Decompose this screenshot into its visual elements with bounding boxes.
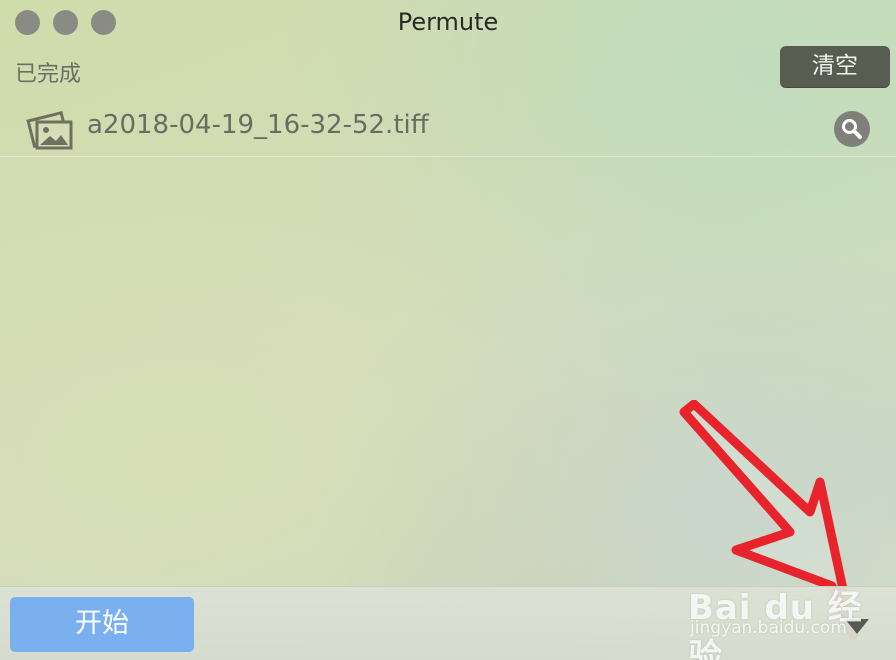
reveal-in-finder-button[interactable] — [834, 111, 870, 147]
image-file-icon — [26, 110, 73, 150]
completed-section-label: 已完成 — [15, 62, 82, 87]
bottom-toolbar: 开始 — [0, 586, 896, 660]
magnifier-icon — [842, 119, 862, 139]
file-list-item[interactable]: a2018-04-19_16-32-52.tiff — [0, 100, 896, 157]
file-name: a2018-04-19_16-32-52.tiff — [87, 110, 429, 140]
window-title: Permute — [397, 8, 499, 36]
start-button[interactable]: 开始 — [10, 597, 194, 652]
clear-button[interactable]: 清空 — [780, 46, 890, 88]
triangle-down-icon[interactable] — [842, 615, 872, 637]
permute-window: Permute 已完成 清空 a2018-04-19_16-32-52.tiff… — [0, 0, 896, 660]
